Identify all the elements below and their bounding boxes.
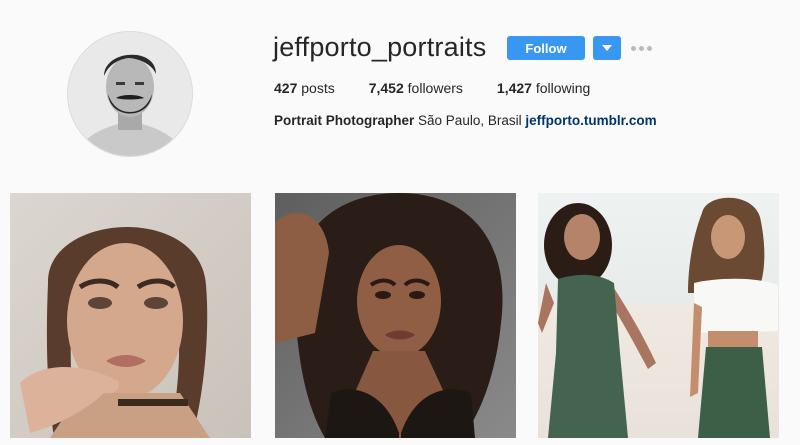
more-options-icon-dot	[631, 45, 636, 51]
more-options-button[interactable]	[631, 42, 657, 54]
posts-stat: 427 posts	[274, 80, 335, 96]
following-stat[interactable]: 1,427 following	[497, 80, 590, 96]
profile-bio: Portrait Photographer São Paulo, Brasil …	[274, 113, 657, 128]
bio-website-link[interactable]: jeffporto.tumblr.com	[525, 113, 656, 128]
followers-count: 7,452	[368, 80, 404, 96]
followers-stat[interactable]: 7,452 followers	[369, 80, 463, 96]
follow-button[interactable]: Follow	[507, 36, 585, 60]
more-options-icon-dot	[647, 45, 652, 51]
posts-label: posts	[301, 80, 335, 96]
profile-stats: 427 posts 7,452 followers 1,427 followin…	[274, 80, 624, 96]
followers-label: followers	[407, 80, 463, 96]
post-thumbnail[interactable]	[275, 193, 516, 438]
posts-count: 427	[274, 80, 298, 96]
profile-username: jeffporto_portraits	[273, 32, 487, 62]
bio-full-name: Portrait Photographer	[274, 113, 415, 128]
post-thumbnail[interactable]	[538, 193, 779, 438]
following-count: 1,427	[496, 80, 532, 96]
following-label: following	[535, 80, 591, 96]
post-thumbnail[interactable]	[10, 193, 251, 438]
follow-options-button[interactable]	[593, 36, 621, 60]
bio-text: São Paulo, Brasil	[418, 113, 522, 128]
chevron-down-icon	[602, 45, 612, 51]
more-options-icon-dot	[639, 45, 644, 51]
profile-avatar[interactable]	[67, 31, 193, 157]
